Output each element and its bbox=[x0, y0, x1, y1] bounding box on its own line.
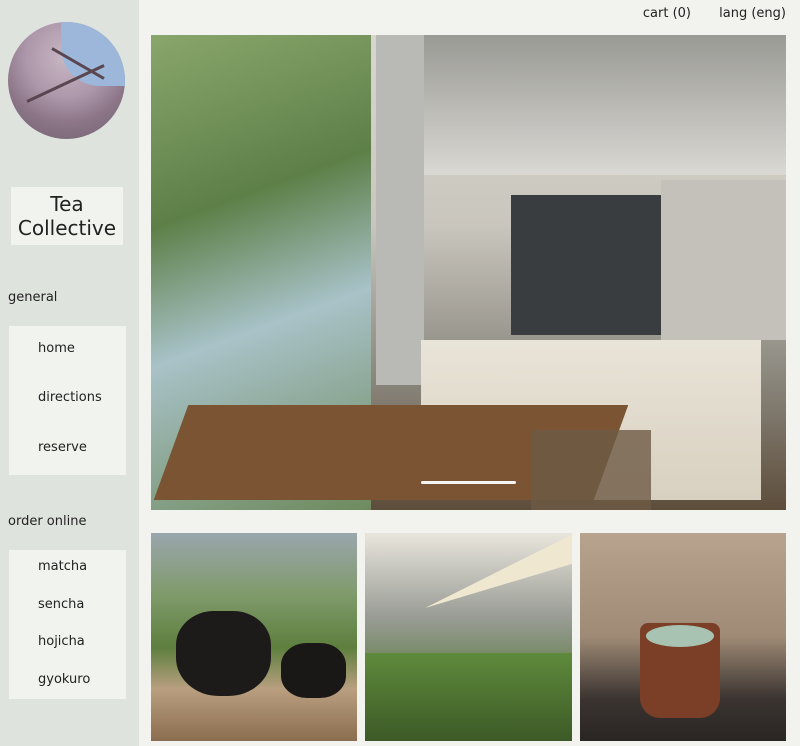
nav-item-sencha[interactable]: sencha bbox=[38, 597, 84, 612]
latte-foam bbox=[646, 625, 714, 647]
wall bbox=[661, 180, 786, 340]
section-heading-order-online: order online bbox=[8, 514, 87, 529]
plants bbox=[365, 653, 572, 741]
gallery-image-matcha-latte[interactable] bbox=[580, 533, 786, 741]
cart-link[interactable]: cart (0) bbox=[643, 6, 691, 21]
menu-board bbox=[511, 195, 661, 335]
ceiling bbox=[424, 35, 786, 175]
nav-item-matcha[interactable]: matcha bbox=[38, 559, 87, 574]
nav-item-directions[interactable]: directions bbox=[38, 390, 102, 405]
tea-cup bbox=[281, 643, 346, 698]
general-menu: home directions reserve bbox=[9, 326, 126, 475]
shade-sail bbox=[425, 533, 572, 608]
top-bar: cart (0) lang (eng) bbox=[619, 6, 786, 21]
logo-image[interactable] bbox=[8, 22, 125, 139]
chairs bbox=[531, 430, 651, 510]
language-link[interactable]: lang (eng) bbox=[719, 6, 786, 21]
gallery-image-garden[interactable] bbox=[365, 533, 572, 741]
nav-item-reserve[interactable]: reserve bbox=[38, 440, 87, 455]
nav-item-hojicha[interactable]: hojicha bbox=[38, 634, 85, 649]
brand-name[interactable]: Tea Collective bbox=[11, 187, 123, 245]
pillar bbox=[376, 35, 424, 385]
logo-sky bbox=[60, 22, 125, 87]
section-heading-general: general bbox=[8, 290, 58, 305]
hero-carousel-image[interactable] bbox=[151, 35, 786, 510]
carousel-indicator[interactable] bbox=[421, 481, 516, 484]
nav-item-home[interactable]: home bbox=[38, 341, 75, 356]
sidebar: Tea Collective general home directions r… bbox=[0, 0, 139, 746]
nav-item-gyokuro[interactable]: gyokuro bbox=[38, 672, 90, 687]
teapot bbox=[176, 611, 271, 696]
gallery-image-teapot[interactable] bbox=[151, 533, 357, 741]
order-menu: matcha sencha hojicha gyokuro bbox=[9, 550, 126, 699]
